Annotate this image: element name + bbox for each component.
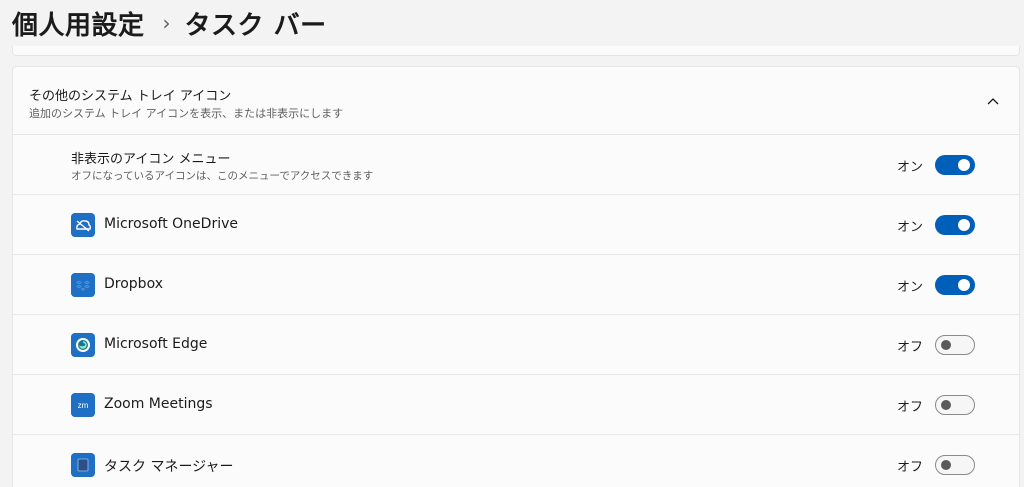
hidden-icon-menu-subtitle: オフになっているアイコンは、このメニューでアクセスできます (71, 170, 374, 182)
previous-card (12, 46, 1020, 56)
section-title: その他のシステム トレイ アイコン (29, 89, 232, 104)
zoom-icon: zm (71, 393, 95, 417)
breadcrumb-root[interactable]: 個人用設定 (12, 5, 145, 42)
system-tray-panel: その他のシステム トレイ アイコン 追加のシステム トレイ アイコンを表示、また… (12, 66, 1020, 487)
toggle-state-label: オン (896, 160, 923, 175)
chevron-up-icon (987, 98, 999, 105)
toggle-state-label: オン (896, 220, 923, 235)
section-subtitle: 追加のシステム トレイ アイコンを表示、または非表示にします (29, 107, 344, 120)
tray-item-row-zoom: zm Zoom Meetings オフ (13, 375, 1019, 435)
toggle-knob (941, 400, 951, 410)
hidden-icon-menu-toggle[interactable] (935, 155, 975, 175)
tray-item-label: Microsoft OneDrive (104, 216, 238, 232)
dropbox-toggle[interactable] (935, 275, 975, 295)
breadcrumb: 個人用設定 › タスク バー (12, 2, 327, 44)
tray-item-row-dropbox: Dropbox オン (13, 255, 1019, 315)
toggle-knob (941, 460, 951, 470)
tray-item-label: Zoom Meetings (104, 396, 213, 412)
task-manager-icon (71, 453, 95, 477)
task-manager-toggle[interactable] (935, 455, 975, 475)
onedrive-toggle[interactable] (935, 215, 975, 235)
tray-item-label: タスク マネージャー (104, 459, 234, 475)
hidden-icon-menu-title: 非表示のアイコン メニュー (71, 152, 231, 167)
breadcrumb-separator-icon: › (162, 11, 171, 35)
page-title: タスク バー (184, 10, 327, 41)
tray-item-row-edge: Microsoft Edge オフ (13, 315, 1019, 375)
toggle-state-label: オン (896, 280, 923, 295)
onedrive-icon (71, 213, 95, 237)
system-tray-header[interactable]: その他のシステム トレイ アイコン 追加のシステム トレイ アイコンを表示、また… (13, 67, 1019, 135)
edge-icon (71, 333, 95, 357)
zoom-icon-text: zm (78, 401, 89, 410)
tray-item-label: Dropbox (104, 276, 163, 292)
toggle-knob (958, 159, 970, 171)
toggle-state-label: オフ (896, 400, 923, 415)
dropbox-icon (71, 273, 95, 297)
tray-item-label: Microsoft Edge (104, 336, 208, 352)
collapse-button[interactable] (981, 89, 1005, 113)
tray-item-row-onedrive: Microsoft OneDrive オン (13, 195, 1019, 255)
hidden-icon-menu-row: 非表示のアイコン メニュー オフになっているアイコンは、このメニューでアクセスで… (13, 135, 1019, 195)
edge-toggle[interactable] (935, 335, 975, 355)
toggle-knob (941, 340, 951, 350)
toggle-state-label: オフ (896, 460, 923, 475)
toggle-knob (958, 219, 970, 231)
tray-item-row-task-manager: タスク マネージャー オフ (13, 435, 1019, 487)
toggle-knob (958, 279, 970, 291)
toggle-state-label: オフ (896, 340, 923, 355)
zoom-toggle[interactable] (935, 395, 975, 415)
